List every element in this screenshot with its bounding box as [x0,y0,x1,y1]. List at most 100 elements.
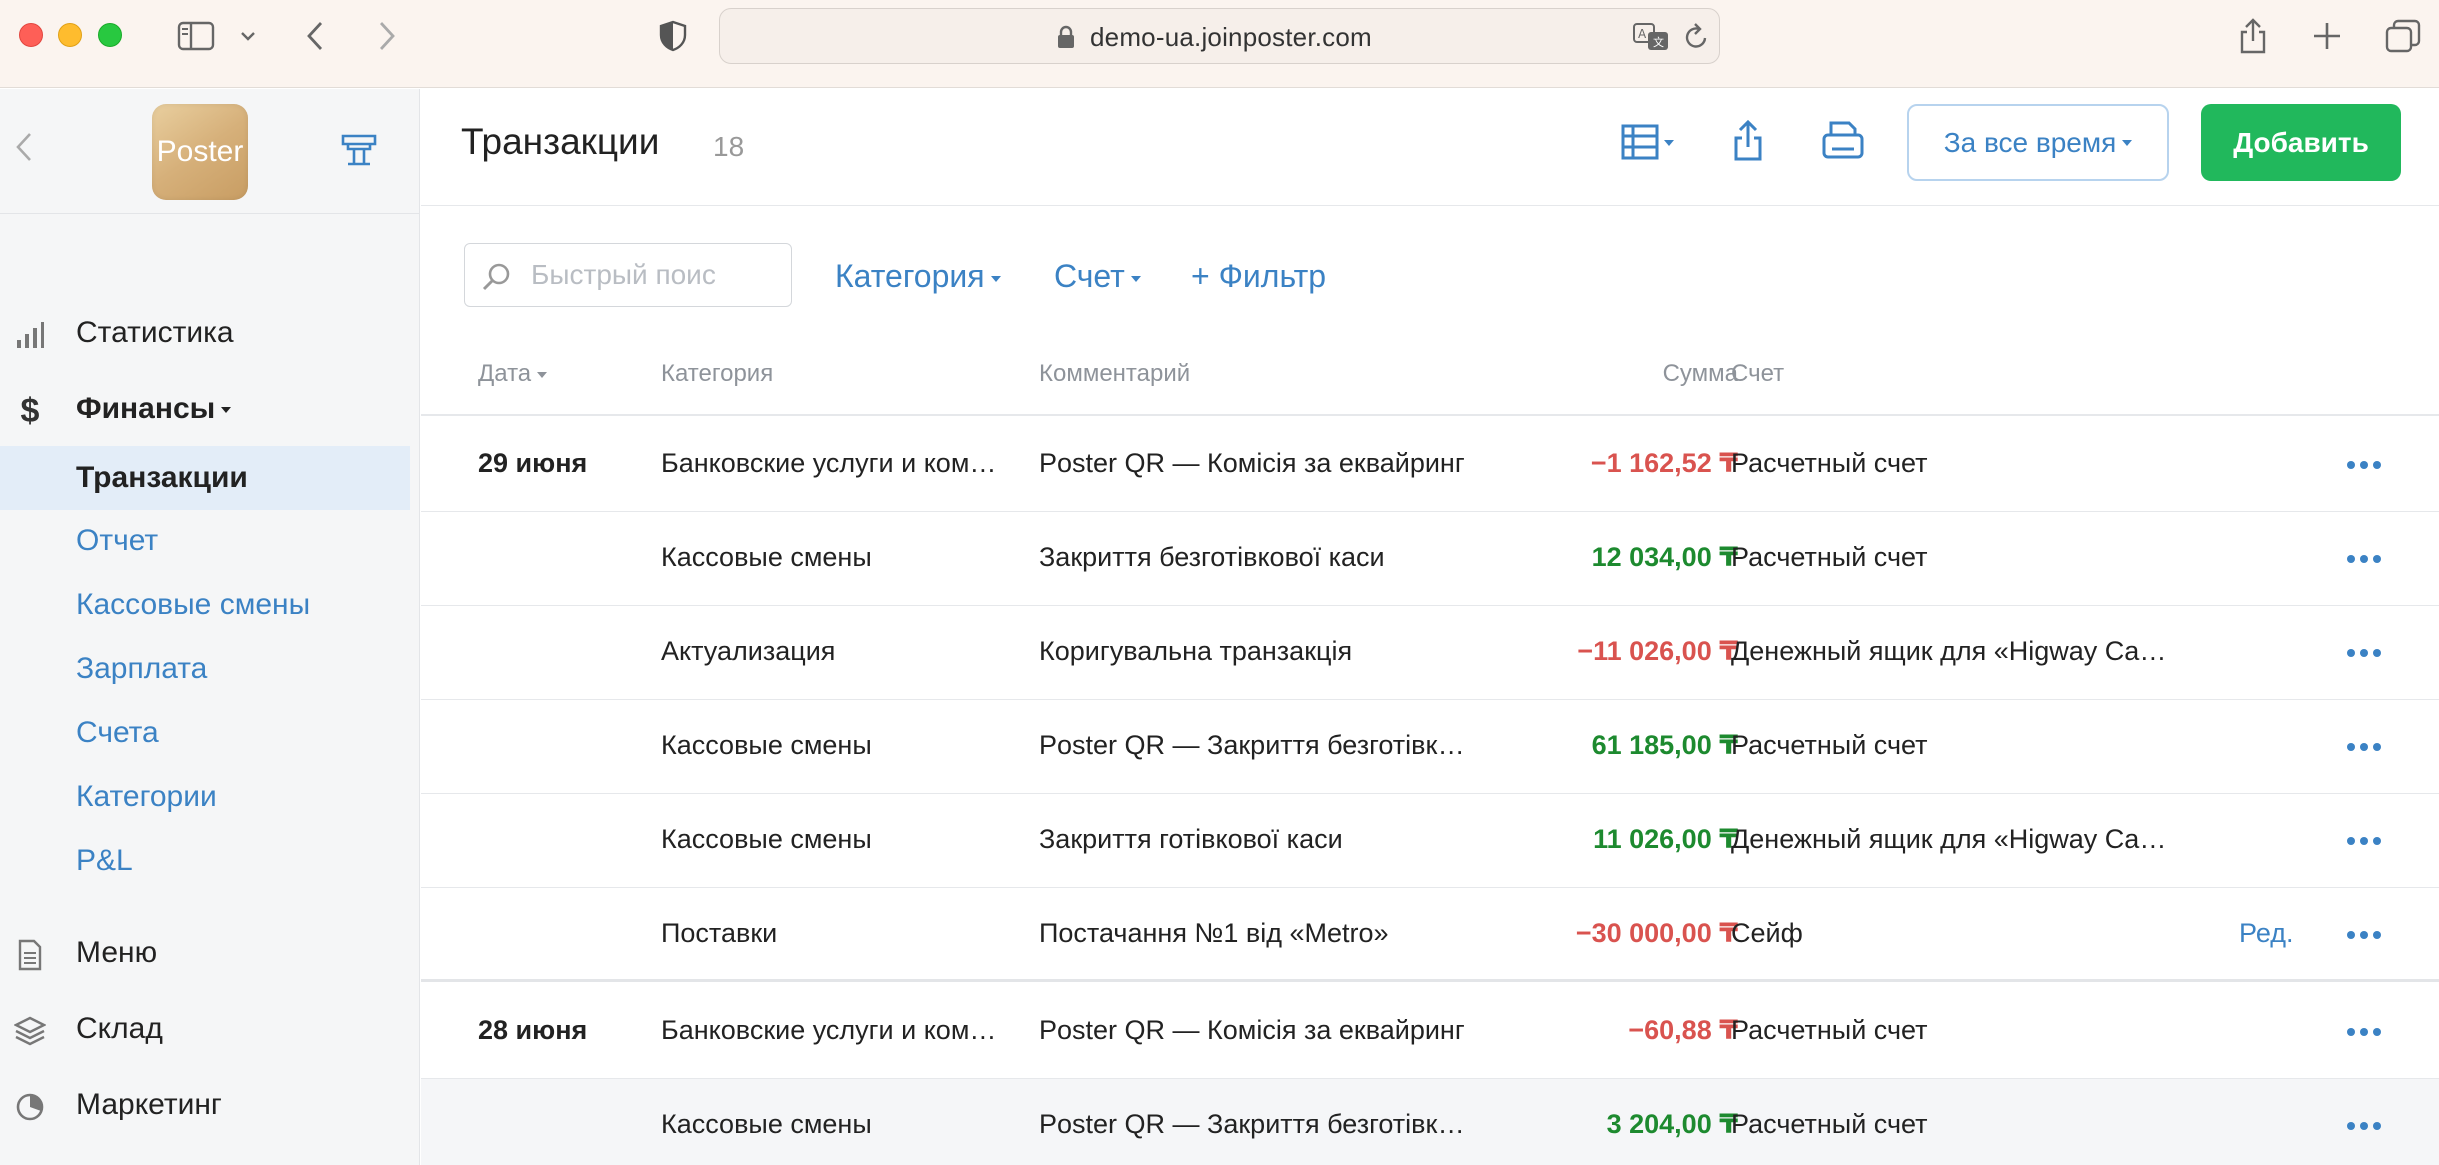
translate-icon[interactable]: A文 [1632,22,1672,57]
nav-sub-label: Отчет [76,524,159,557]
nav-statistics[interactable]: Статистика [0,303,419,363]
cash-register-icon[interactable] [340,133,378,174]
more-actions-icon[interactable] [2347,922,2387,948]
poster-logo[interactable]: Poster [152,104,248,200]
more-actions-icon[interactable] [2347,1113,2387,1139]
more-actions-icon[interactable] [2347,452,2387,478]
dot [2373,555,2381,563]
caret-down-icon [990,275,1001,282]
dot [2347,555,2355,563]
nav-sub-cash-shifts[interactable]: Кассовые смены [0,573,410,637]
row-sum: −1 162,52 ₸ [1590,448,1738,478]
row-sum: −30 000,00 ₸ [1575,918,1738,948]
new-tab-icon[interactable] [2310,14,2344,58]
nav-sub-transactions[interactable]: Транзакции [0,446,410,510]
more-actions-icon[interactable] [2347,546,2387,572]
tab-overview-icon[interactable] [2384,14,2422,58]
close-window-button[interactable] [19,23,43,47]
export-icon[interactable] [1732,119,1764,168]
more-actions-icon[interactable] [2347,1019,2387,1045]
sidebar-toggle-icon[interactable] [174,14,218,58]
row-comment: Закриття готівкової каси [1039,824,1343,854]
table-row[interactable]: Кассовые смены Закриття безготівкової кас… [421,512,2439,606]
search-icon [481,261,513,298]
table-row[interactable]: Кассовые смены Poster QR — Закриття безго… [421,700,2439,794]
pie-chart-icon [14,1091,46,1123]
nav-menu[interactable]: Меню [0,923,419,983]
row-comment: Коригувальна транзакція [1039,636,1353,666]
nav-marketing[interactable]: Маркетинг [0,1075,419,1135]
period-label: За все время [1943,126,2117,158]
dot [2347,931,2355,939]
dot [2360,837,2368,845]
category-filter-label: Категория [835,258,985,294]
forward-icon[interactable] [372,14,402,58]
filter-bar: Категория Счет + Фильтр [421,206,2439,326]
nav-sub-pnl[interactable]: P&L [0,829,410,893]
main-content: Транзакции 18 За все время Добавить Кате… [421,89,2439,1165]
account-filter[interactable]: Счет [1054,258,1141,295]
row-comment: Poster QR — Закриття безготівкової каси [1039,730,1479,760]
category-filter[interactable]: Категория [835,258,1001,295]
search-input[interactable] [531,256,781,294]
dot [2373,743,2381,751]
nav-sub-accounts[interactable]: Счета [0,701,410,765]
column-date[interactable]: Дата [478,360,548,388]
dot [2347,1122,2355,1130]
column-date-label: Дата [478,360,532,387]
table-view-icon[interactable] [1621,123,1679,168]
chevron-down-icon[interactable] [236,14,260,58]
row-category: Кассовые смены [661,730,872,760]
more-actions-icon[interactable] [2347,734,2387,760]
nav-label: Меню [76,936,158,969]
add-transaction-button[interactable]: Добавить [2201,104,2401,181]
row-category: Кассовые смены [661,542,872,572]
reload-icon[interactable] [1682,22,1710,57]
row-date: 29 июня [478,448,588,478]
dot [2373,1122,2381,1130]
minimize-window-button[interactable] [58,23,82,47]
print-icon[interactable] [1821,119,1865,168]
row-category: Поставки [661,918,778,948]
row-comment: Poster QR — Комісія за еквайринг [1039,1015,1465,1045]
table-row[interactable]: Поставки Постачання №1 від «Metro» −30 000… [421,888,2439,982]
nav-sub-categories[interactable]: Категории [0,765,410,829]
table-row[interactable]: Кассовые смены Закриття готівкової каси 11… [421,794,2439,888]
zoom-window-button[interactable] [98,23,122,47]
address-bar[interactable]: demo-ua.joinposter.com A文 [719,8,1720,64]
row-date: 28 июня [478,1015,588,1045]
row-account: Сейф [1731,918,1803,948]
row-category: Актуализация [661,636,836,666]
more-actions-icon[interactable] [2347,828,2387,854]
dot [2360,931,2368,939]
add-filter-link[interactable]: + Фильтр [1191,258,1326,295]
row-sum: −11 026,00 ₸ [1577,636,1738,666]
dot [2360,1028,2368,1036]
table-row[interactable]: Актуализация Коригувальна транзакція −11 0… [421,606,2439,700]
dot [2360,743,2368,751]
nav-label: Финансы [76,392,216,425]
share-icon[interactable] [2236,14,2270,58]
row-edit-link[interactable]: Ред. [2239,918,2294,949]
table-row[interactable]: Кассовые смены Poster QR — Закриття безго… [421,1079,2439,1165]
quick-search[interactable] [464,243,792,307]
nav-sub-label: Категории [76,780,217,813]
nav-warehouse[interactable]: Склад [0,999,419,1059]
nav-finance[interactable]: $ Финансы [0,379,419,439]
row-account: Денежный ящик для «Higway Cafe» [1731,636,2171,666]
dot [2373,649,2381,657]
table-row[interactable]: 28 июня Банковские услуги и комиссии Poste… [421,985,2439,1079]
nav-sub-salary[interactable]: Зарплата [0,637,410,701]
dot [2373,461,2381,469]
shield-icon[interactable] [656,14,690,58]
back-icon[interactable] [300,14,330,58]
row-category: Кассовые смены [661,824,872,854]
period-dropdown-button[interactable]: За все время [1907,104,2169,181]
table-row[interactable]: 29 июня Банковские услуги и комиссии Poste… [421,418,2439,512]
dot [2347,1028,2355,1036]
more-actions-icon[interactable] [2347,640,2387,666]
nav-sub-report[interactable]: Отчет [0,509,410,573]
row-account: Расчетный счет [1731,448,1928,478]
dot [2360,461,2368,469]
collapse-sidebar-icon[interactable] [14,131,34,168]
